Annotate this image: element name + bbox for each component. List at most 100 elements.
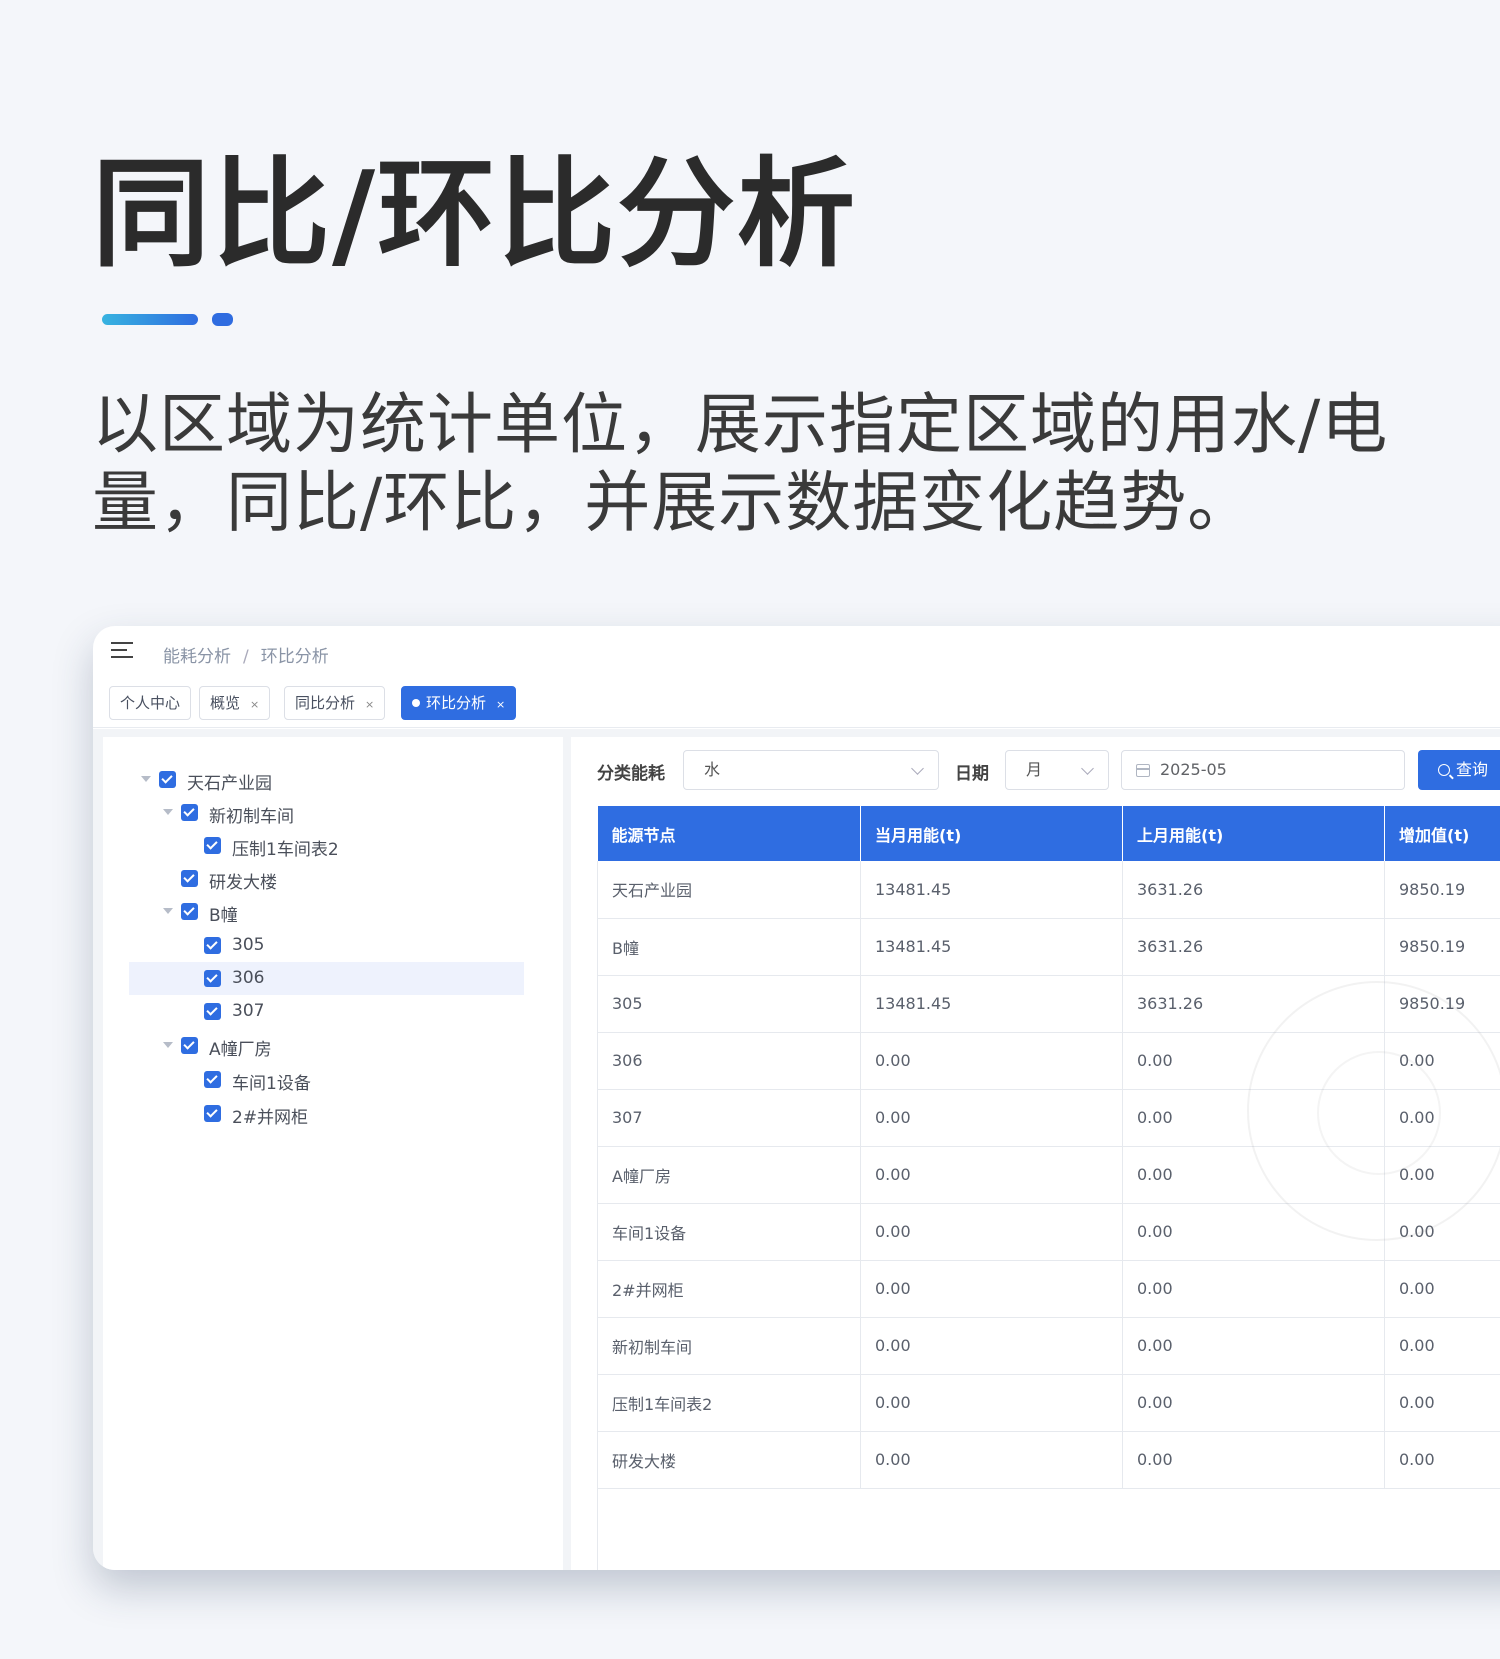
column-header[interactable]: 上月用能(t) [1122, 806, 1385, 861]
table-cell: B幢 [597, 918, 861, 976]
category-select[interactable]: 水 [683, 750, 939, 790]
table-cell: 307 [597, 1089, 861, 1147]
chevron-down-icon [911, 762, 924, 775]
tree-node-label: 天石产业园 [187, 774, 272, 794]
tree-node[interactable]: 车间1设备 [129, 1063, 524, 1096]
column-header[interactable]: 当月用能(t) [860, 806, 1123, 861]
content-area: 天石产业园 新初制车间 压制1车间表2 研发大楼 B幢 305 306 307 … [93, 729, 1500, 1570]
tree-node-label: 压制1车间表2 [232, 840, 339, 860]
main-panel: 分类能耗 水 日期 月 2025-05 查询 能源节点 当月用能(t) 上月用能… [571, 737, 1500, 1570]
tree-node[interactable]: 2#并网柜 [129, 1097, 524, 1130]
date-picker[interactable]: 2025-05 [1121, 750, 1405, 790]
tree-node[interactable]: 研发大楼 [129, 862, 524, 895]
tree-node-label: 2#并网柜 [232, 1108, 309, 1128]
search-icon [1438, 764, 1450, 776]
tree-node[interactable]: 305 [129, 929, 524, 962]
app-window: 能耗分析 / 环比分析 个人中心 概览 × 同比分析 × 环比分析 × 天石产业园 新初制… [93, 626, 1500, 1570]
breadcrumb: 能耗分析 / 环比分析 [163, 642, 329, 667]
tree-node-label: 306 [232, 968, 265, 988]
table-row: 压制1车间表2 0.00 0.00 0.00 [597, 1374, 1500, 1432]
table-cell: 9850.19 [1384, 918, 1500, 976]
tab-overview[interactable]: 概览 × [199, 686, 271, 720]
table-cell: 新初制车间 [597, 1317, 861, 1375]
tab-label: 同比分析 [295, 694, 356, 712]
table-cell: 13481.45 [860, 975, 1123, 1033]
table-cell: 0.00 [1122, 1374, 1385, 1432]
tree-node-selected[interactable]: 306 [129, 962, 524, 995]
tree-node[interactable]: B幢 [129, 895, 524, 928]
tree-node-label: 研发大楼 [209, 873, 277, 893]
watermark-seal [1247, 981, 1500, 1241]
checkbox-checked-icon[interactable] [181, 870, 198, 887]
table-row: 研发大楼 0.00 0.00 0.00 [597, 1431, 1500, 1489]
region-tree-panel: 天石产业园 新初制车间 压制1车间表2 研发大楼 B幢 305 306 307 … [103, 737, 563, 1570]
table-cell: 13481.45 [860, 918, 1123, 976]
tree-node[interactable]: 压制1车间表2 [129, 829, 524, 862]
table-cell: 0.00 [1384, 1317, 1500, 1375]
period-select[interactable]: 月 [1005, 750, 1109, 790]
tree-node[interactable]: 天石产业园 [129, 763, 524, 796]
query-button[interactable]: 查询 [1418, 750, 1500, 790]
tab-mom-analysis[interactable]: 环比分析 × [401, 686, 517, 720]
caret-down-icon[interactable] [163, 1042, 173, 1048]
tab-label: 个人中心 [120, 694, 181, 712]
checkbox-checked-icon[interactable] [204, 937, 221, 954]
tab-yoy-analysis[interactable]: 同比分析 × [284, 686, 386, 720]
checkbox-checked-icon[interactable] [181, 1037, 198, 1054]
table-cell: 0.00 [860, 1203, 1123, 1261]
tree-node-label: B幢 [209, 906, 238, 926]
table-cell: 0.00 [860, 1089, 1123, 1147]
table-cell: 0.00 [860, 1374, 1123, 1432]
table-cell: 0.00 [1384, 1431, 1500, 1489]
table-cell: 2#并网柜 [597, 1260, 861, 1318]
tree-node[interactable]: A幢厂房 [129, 1029, 524, 1062]
checkbox-checked-icon[interactable] [204, 970, 221, 987]
table-cell: 压制1车间表2 [597, 1374, 861, 1432]
tree-node-label: 车间1设备 [232, 1074, 311, 1094]
table-row: B幢 13481.45 3631.26 9850.19 [597, 918, 1500, 976]
column-header[interactable]: 能源节点 [597, 806, 861, 861]
table-cell: 0.00 [1384, 1374, 1500, 1432]
accent-dot [212, 313, 233, 326]
breadcrumb-item-current: 环比分析 [260, 647, 329, 667]
tree-node[interactable]: 307 [129, 995, 524, 1028]
tab-bar: 个人中心 概览 × 同比分析 × 环比分析 × [93, 684, 1500, 728]
checkbox-checked-icon[interactable] [204, 837, 221, 854]
table-row: 2#并网柜 0.00 0.00 0.00 [597, 1260, 1500, 1318]
close-icon[interactable]: × [250, 698, 259, 711]
table-cell: 9850.19 [1384, 861, 1500, 919]
close-icon[interactable]: × [496, 698, 505, 711]
tab-personal-center[interactable]: 个人中心 [109, 686, 192, 720]
column-header[interactable]: 增加值(t) [1384, 806, 1500, 861]
checkbox-checked-icon[interactable] [204, 1003, 221, 1020]
caret-down-icon[interactable] [163, 908, 173, 914]
table-cell: 3631.26 [1122, 861, 1385, 919]
checkbox-checked-icon[interactable] [159, 771, 176, 788]
close-icon[interactable]: × [365, 698, 374, 711]
hero-desc-line-2: 量，同比/环比，并展示数据变化趋势。 [92, 464, 1255, 541]
menu-fold-icon[interactable] [111, 642, 133, 662]
table-row: 新初制车间 0.00 0.00 0.00 [597, 1317, 1500, 1375]
caret-down-icon[interactable] [141, 776, 151, 782]
table-cell: 0.00 [860, 1146, 1123, 1204]
checkbox-checked-icon[interactable] [181, 903, 198, 920]
table-cell: 0.00 [860, 1032, 1123, 1090]
tree-node-label: 新初制车间 [209, 807, 294, 827]
checkbox-checked-icon[interactable] [181, 804, 198, 821]
hero-description: 以区域为统计单位，展示指定区域的用水/电 量，同比/环比，并展示数据变化趋势。 [92, 386, 1452, 542]
period-select-value: 月 [1026, 760, 1043, 779]
table-border [597, 1487, 598, 1570]
active-dot-icon [412, 698, 420, 707]
table-cell: 研发大楼 [597, 1431, 861, 1489]
caret-down-icon[interactable] [163, 809, 173, 815]
tree-node[interactable]: 新初制车间 [129, 796, 524, 829]
table-cell: 305 [597, 975, 861, 1033]
checkbox-checked-icon[interactable] [204, 1071, 221, 1088]
top-bar: 能耗分析 / 环比分析 [93, 626, 1500, 678]
tree-node-label: 307 [232, 1001, 265, 1021]
tab-label: 概览 [210, 694, 241, 712]
table-header-row: 能源节点 当月用能(t) 上月用能(t) 增加值(t) [597, 806, 1500, 861]
breadcrumb-item-energy-analysis[interactable]: 能耗分析 [163, 647, 231, 667]
table-cell: 0.00 [860, 1260, 1123, 1318]
checkbox-checked-icon[interactable] [204, 1105, 221, 1122]
